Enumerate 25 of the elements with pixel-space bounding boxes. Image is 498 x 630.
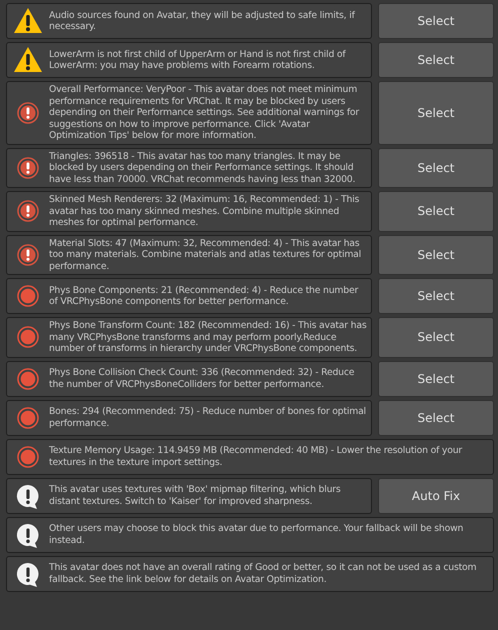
message-text: Overall Performance: VeryPoor - This avatar does not meet minimum performance requirements for VRChat. It may be blocked by users depending on their Performance settings. See additional warnings for suggestions on how to improve performance. Click 'Avatar Optimization Tips' below for more information.: [49, 84, 360, 142]
message-text: Audio sources found on Avatar, they will be adjusted to safe limits, if necessary.: [49, 10, 356, 32]
message-text: Triangles: 396518 - This avatar has too many triangles. It may be blocked by users depending on their Performance settings. It should have less than 70000. VRChat recommends having less than 32000.: [49, 150, 356, 185]
message-text: Skinned Mesh Renderers: 32 (Maximum: 16, Recommended: 1) - This avatar has too many skinned meshes. Combine multiple skinned meshes for optimal performance.: [49, 194, 360, 228]
message-text: Phys Bone Components: 21 (Recommended: 4) - Reduce the number of VRCPhysBone components for better performance.: [49, 284, 360, 308]
message-text: Bones: 294 (Recommended: 75) - Reduce number of bones for optimal performance.: [49, 406, 367, 429]
action-button[interactable]: Auto Fix: [378, 478, 494, 514]
action-button[interactable]: Select: [378, 191, 494, 232]
action-button[interactable]: Select: [378, 42, 494, 78]
action-button[interactable]: Select: [378, 360, 494, 396]
message-text: Phys Bone Collision Check Count: 336 (Recommended: 32) - Reduce the number of VRCPhysBoneColliders for better performance.: [49, 367, 356, 390]
action-button[interactable]: Select: [378, 234, 494, 275]
message-text: This avatar uses textures with 'Box' mipmap filtering, which blurs distant textures. Switch to 'Kaiser' for improved sharpness.: [49, 484, 342, 507]
message-text: Material Slots: 47 (Maximum: 32, Recommended: 4) - This avatar has too many materials. Combine materials and atlas textures for optimal performance.: [49, 238, 362, 272]
action-button[interactable]: Select: [378, 3, 494, 39]
action-button[interactable]: Select: [378, 317, 494, 358]
action-button[interactable]: Select: [378, 400, 494, 436]
message-text: Other users may choose to block this avatar due to performance. Your fallback will be shown instead.: [49, 523, 464, 546]
message-text: Texture Memory Usage: 114.9459 MB (Recommended: 40 MB) - Lower the resolution of your textures in the texture import settings.: [49, 445, 464, 468]
action-button[interactable]: Select: [378, 148, 494, 188]
action-button[interactable]: Select: [378, 278, 494, 314]
message-text: This avatar does not have an overall rating of Good or better, so it can not be used as a custom fallback. See the link below for details on Avatar Optimization.: [49, 562, 478, 585]
action-button[interactable]: Select: [378, 81, 494, 144]
message-text: LowerArm is not first child of UpperArm or Hand is not first child of LowerArm: you may have problems with Forearm rotations.: [49, 48, 347, 72]
message-text: Phys Bone Transform Count: 182 (Recommended: 16) - This avatar has many VRCPhysBone transforms and may perform poorly.Reduce number of transforms in hierarchy under VRCPhysBone components.: [49, 320, 367, 354]
